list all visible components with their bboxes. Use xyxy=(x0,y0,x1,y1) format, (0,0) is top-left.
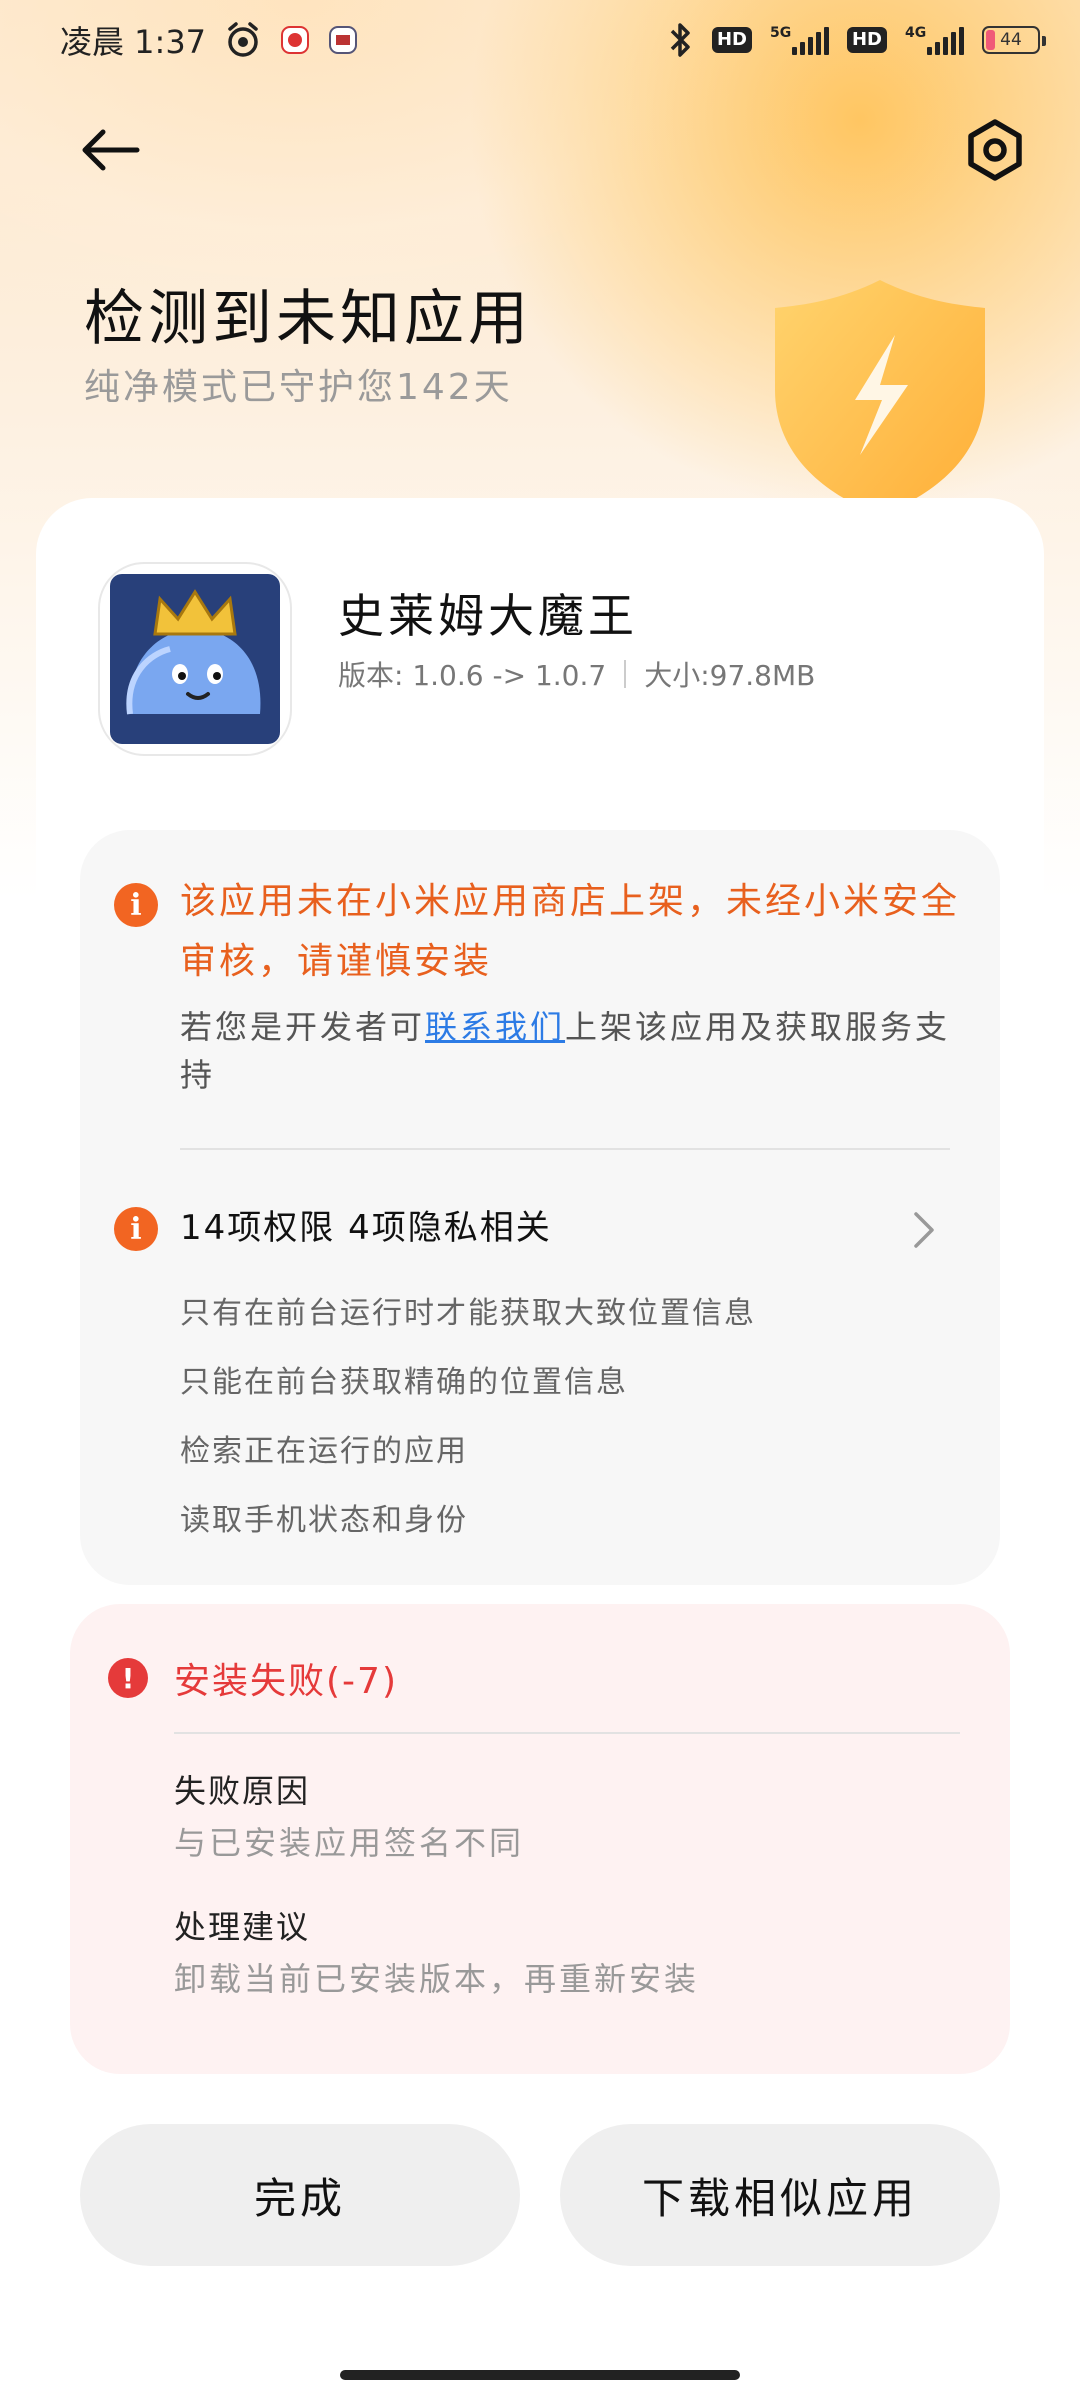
settings-button[interactable] xyxy=(950,105,1040,195)
clock: 凌晨 1:37 xyxy=(60,23,207,61)
app-size: 大小:97.8MB xyxy=(644,659,816,692)
app-icon xyxy=(98,562,292,756)
developer-text-prefix: 若您是开发者可 xyxy=(180,1008,426,1046)
download-similar-apps-button[interactable]: 下载相似应用 xyxy=(560,2124,1000,2266)
app-notification-icon xyxy=(328,25,358,55)
chevron-right-icon xyxy=(904,1205,944,1255)
home-indicator[interactable] xyxy=(340,2370,740,2380)
alarm-icon xyxy=(224,21,262,59)
network-type-label: 4G xyxy=(905,25,927,41)
app-meta: 版本: 1.0.6 -> 1.0.7 大小:97.8MB xyxy=(338,654,815,694)
permission-item: 读取手机状态和身份 xyxy=(180,1503,468,1538)
permission-item: 只有在前台运行时才能获取大致位置信息 xyxy=(180,1296,756,1331)
permissions-summary: 14项权限 4项隐私相关 xyxy=(180,1208,552,1248)
unverified-warning-title: 该应用未在小米应用商店上架，未经小米安全审核，请谨慎安装 xyxy=(180,881,961,982)
contact-us-link[interactable]: 联系我们 xyxy=(425,1008,565,1046)
bluetooth-icon xyxy=(666,21,694,59)
shield-icon xyxy=(760,270,1000,520)
developer-contact-text: 若您是开发者可联系我们上架该应用及获取服务支持 xyxy=(180,1003,960,1099)
app-version: 版本: 1.0.6 -> 1.0.7 xyxy=(338,659,607,692)
install-failure-title: 安装失败(-7) xyxy=(174,1661,398,1702)
battery-icon: 44 xyxy=(982,26,1046,54)
app-name: 史莱姆大魔王 xyxy=(338,589,638,643)
back-button[interactable] xyxy=(70,110,150,190)
info-icon: i xyxy=(114,883,158,927)
protection-days-subtitle: 纯净模式已守护您142天 xyxy=(84,367,513,408)
error-icon: ! xyxy=(108,1658,148,1698)
battery-level: 44 xyxy=(1000,30,1022,50)
page-title: 检测到未知应用 xyxy=(84,284,532,354)
status-bar-left: 凌晨 1:37 xyxy=(60,17,358,63)
arrow-left-icon xyxy=(82,129,140,171)
gear-icon xyxy=(968,119,1022,181)
hd-badge: HD xyxy=(846,27,887,53)
permission-item: 检索正在运行的应用 xyxy=(180,1434,468,1469)
done-button[interactable]: 完成 xyxy=(80,2124,520,2266)
network-type-label: 5G xyxy=(769,25,792,41)
signal-icon: 4G xyxy=(905,25,964,55)
divider xyxy=(180,1148,950,1150)
suggestion-value: 卸载当前已安装版本，再重新安装 xyxy=(174,1960,700,1998)
meta-divider xyxy=(624,660,627,688)
suggestion-label: 处理建议 xyxy=(174,1908,311,1946)
app-notification-icon xyxy=(280,25,310,55)
permission-item: 只能在前台获取精确的位置信息 xyxy=(180,1365,628,1400)
failure-reason-label: 失败原因 xyxy=(174,1772,311,1810)
hd-badge: HD xyxy=(711,27,752,53)
failure-reason-value: 与已安装应用签名不同 xyxy=(174,1824,525,1862)
status-bar-right: HD 5G HD 4G 44 xyxy=(666,21,1046,59)
status-bar: 凌晨 1:37 HD 5G HD 4G 44 xyxy=(0,0,1080,80)
info-icon: i xyxy=(114,1207,158,1251)
divider xyxy=(174,1732,960,1734)
signal-icon: 5G xyxy=(770,25,829,55)
